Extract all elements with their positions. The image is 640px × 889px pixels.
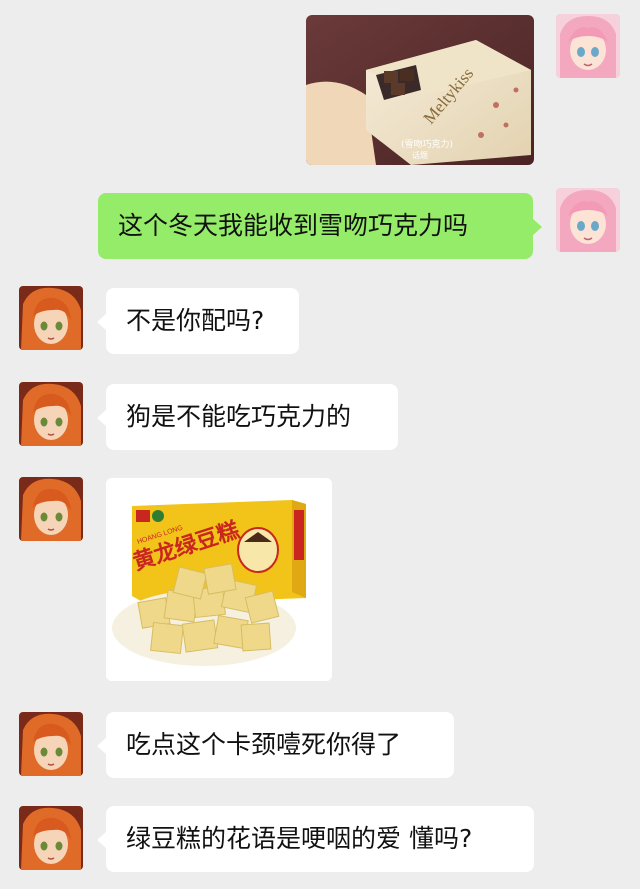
avatar-self[interactable] — [556, 188, 620, 252]
avatar-contact[interactable] — [19, 286, 83, 350]
avatar-orange-hair-icon — [19, 477, 83, 541]
message-bubble-received[interactable]: 狗是不能吃巧克力的 — [97, 384, 398, 450]
meltykiss-chocolate-image: Meltykiss (雪吻巧克力) 话题 — [306, 15, 534, 165]
avatar-contact[interactable] — [19, 806, 83, 870]
avatar-pink-hair-icon — [556, 188, 620, 252]
avatar-orange-hair-icon — [19, 712, 83, 776]
mung-bean-cake-image: 黄龙绿豆糕 HOANG LONG — [106, 478, 332, 681]
message-bubble-received[interactable]: 绿豆糕的花语是哽咽的爱 懂吗? — [97, 806, 534, 872]
avatar-orange-hair-icon — [19, 806, 83, 870]
message-bubble-received[interactable]: 不是你配吗? — [97, 288, 299, 354]
avatar-pink-hair-icon — [556, 14, 620, 78]
message-image-meltykiss[interactable]: Meltykiss (雪吻巧克力) 话题 — [306, 15, 534, 165]
message-bubble-sent[interactable]: 这个冬天我能收到雪吻巧克力吗 — [98, 193, 542, 259]
svg-text:话题: 话题 — [412, 150, 428, 160]
avatar-contact[interactable] — [19, 477, 83, 541]
message-image-mung-bean-cake[interactable]: 黄龙绿豆糕 HOANG LONG — [106, 478, 332, 681]
avatar-orange-hair-icon — [19, 382, 83, 446]
message-bubble-received[interactable]: 吃点这个卡颈噎死你得了 — [97, 712, 454, 778]
avatar-contact[interactable] — [19, 382, 83, 446]
avatar-contact[interactable] — [19, 712, 83, 776]
avatar-orange-hair-icon — [19, 286, 83, 350]
svg-text:(雪吻巧克力): (雪吻巧克力) — [401, 138, 453, 150]
avatar-self[interactable] — [556, 14, 620, 78]
